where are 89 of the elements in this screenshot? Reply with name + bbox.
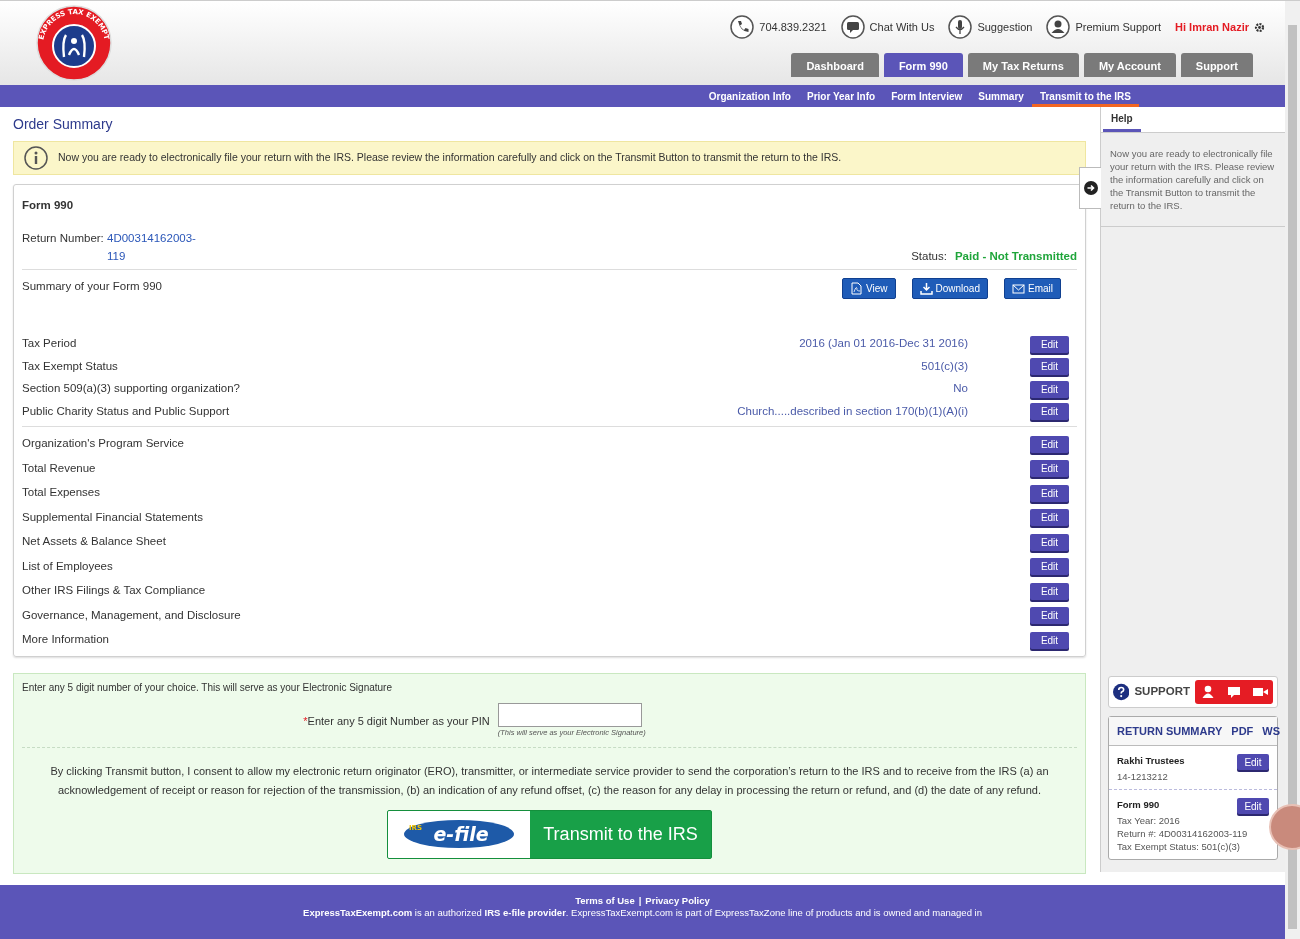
- sub-nav-link[interactable]: Form Interview: [883, 85, 971, 107]
- sub-nav-link[interactable]: Summary: [970, 85, 1032, 107]
- edit-button[interactable]: Edit: [1030, 380, 1069, 398]
- return-number[interactable]: 4D00314162003-119: [107, 230, 202, 265]
- edit-button[interactable]: Edit: [1237, 798, 1269, 814]
- entry-title: Form 990: [1117, 798, 1161, 811]
- row-value: Church.....described in section 170(b)(1)(A)(i): [737, 403, 968, 419]
- edit-button[interactable]: Edit: [1030, 509, 1069, 526]
- sub-nav-link[interactable]: Prior Year Info: [798, 85, 884, 107]
- row-label: More Information: [22, 632, 110, 648]
- row-label: Tax Period: [22, 336, 78, 352]
- phone-icon: [730, 15, 755, 39]
- action-button[interactable]: Email: [1004, 277, 1061, 299]
- edit-button[interactable]: Edit: [1030, 582, 1069, 600]
- entry-detail: 14-1213212: [1117, 770, 1169, 783]
- main-tab[interactable]: Dashboard: [791, 53, 879, 77]
- pin-input[interactable]: [497, 703, 642, 728]
- edit-button[interactable]: Edit: [1030, 631, 1069, 649]
- entry-detail: Return #: 4D00314162003-119: [1117, 827, 1249, 840]
- row-label: Net Assets & Balance Sheet: [22, 534, 167, 550]
- panel-link[interactable]: WS: [1262, 722, 1281, 739]
- edit-button[interactable]: Edit: [1030, 435, 1069, 453]
- header-link[interactable]: Premium Support: [1046, 15, 1162, 39]
- sub-nav-link[interactable]: Organization Info: [700, 85, 799, 107]
- scrollbar[interactable]: [1285, 1, 1300, 939]
- edit-button[interactable]: Edit: [1237, 754, 1269, 770]
- row-value: 2016 (Jan 01 2016-Dec 31 2016): [799, 336, 968, 352]
- chat-bubble-icon: [840, 15, 865, 39]
- row-label: Total Revenue: [22, 460, 97, 476]
- action-button[interactable]: Download: [911, 277, 988, 299]
- main-tab[interactable]: Form 990: [883, 53, 963, 77]
- row-label: Organization's Program Service: [22, 436, 185, 452]
- footer-link[interactable]: Terms of Use: [575, 895, 635, 906]
- support-label: SUPPORT: [1134, 683, 1190, 699]
- row-value: 501(c)(3): [921, 358, 968, 374]
- row-label: Section 509(a)(3) supporting organization?: [22, 381, 241, 397]
- info-icon: [24, 146, 48, 170]
- person-icon: [1046, 15, 1071, 39]
- entry-detail: Tax Exempt Status: 501(c)(3): [1117, 840, 1242, 853]
- edit-button[interactable]: Edit: [1030, 558, 1069, 575]
- header-link[interactable]: Suggestion: [948, 15, 1033, 39]
- footer-separator: |: [638, 895, 642, 906]
- arrow-right-icon: [1083, 181, 1098, 195]
- edit-button[interactable]: Edit: [1030, 460, 1069, 477]
- footer-text: ExpressTaxExempt.com is an authorized IRS e-file provider. ExpressTaxExempt.com is part of ExpressTaxZone line of products and is owned and managed in: [302, 907, 983, 919]
- microphone-icon: [948, 15, 973, 39]
- panel-title: RETURN SUMMARY: [1117, 723, 1223, 739]
- phone-number[interactable]: 704.839.2321: [730, 15, 827, 39]
- user-greeting[interactable]: Hi Imran Nazir: [1175, 18, 1249, 36]
- pin-label: *Enter any 5 digit Number as your PIN: [303, 714, 490, 730]
- edit-button[interactable]: Edit: [1030, 335, 1069, 353]
- row-label: Total Expenses: [22, 485, 101, 501]
- entry-title: Rakhi Trustees: [1117, 754, 1186, 767]
- row-label: List of Employees: [22, 558, 114, 574]
- row-label: Governance, Management, and Disclosure: [22, 607, 242, 623]
- row-label: Supplemental Financial Statements: [22, 509, 204, 525]
- page-title: Order Summary: [13, 115, 114, 134]
- main-tab[interactable]: My Tax Returns: [967, 53, 1079, 77]
- panel-toggle[interactable]: [1079, 167, 1101, 209]
- footer-link[interactable]: Privacy Policy: [645, 895, 710, 906]
- panel-link[interactable]: PDF: [1231, 722, 1254, 739]
- pdf-icon: [850, 281, 863, 295]
- settings-icon[interactable]: [1254, 21, 1265, 33]
- row-label: Public Charity Status and Public Support: [22, 403, 231, 419]
- row-label: Tax Exempt Status: [22, 358, 119, 374]
- download-icon: [919, 281, 933, 295]
- edit-button[interactable]: Edit: [1030, 358, 1069, 375]
- alert-text: Now you are ready to electronically file your return with the IRS. Please review the information carefully and click on the Transmit Button to transmit the return to the IRS.: [58, 150, 842, 166]
- edit-button[interactable]: Edit: [1030, 403, 1069, 420]
- entry-detail: Tax Year: 2016: [1117, 814, 1181, 827]
- edit-button[interactable]: Edit: [1030, 484, 1069, 502]
- edit-button[interactable]: Edit: [1030, 607, 1069, 624]
- main-tab[interactable]: My Account: [1083, 53, 1176, 77]
- card-title: Form 990: [22, 198, 75, 213]
- row-label: Other IRS Filings & Tax Compliance: [22, 583, 207, 599]
- envelope-icon: [1012, 281, 1025, 295]
- summary-label: Summary of your Form 990: [22, 278, 163, 294]
- edit-button[interactable]: Edit: [1030, 533, 1069, 551]
- return-number-label: Return Number:: [22, 232, 105, 245]
- signature-note: Enter any 5 digit number of your choice. This will serve as your Electronic Signature: [22, 681, 393, 696]
- row-value: No: [953, 381, 968, 397]
- action-button[interactable]: View: [842, 277, 896, 299]
- consent-text: By clicking Transmit button, I consent to allow my electronic return originator (ERO), transmitter, or intermediate service provider to send the corporation’s return to the IRS and to receive from the IRS (a) an acknowledgement of receipt or reason for rejection of the transmission, (b) an indication of any refund offset, (c) the reason for any delay in processing the return or refund, and (d) the date of any refund.: [22, 746, 1077, 800]
- help-icon: [1113, 681, 1130, 702]
- status-label: Status:: [911, 248, 947, 264]
- help-tab[interactable]: Help: [1103, 111, 1141, 132]
- header-link[interactable]: Chat With Us: [840, 15, 935, 39]
- main-tab[interactable]: Support: [1180, 53, 1253, 77]
- status-value: Paid - Not Transmitted: [954, 248, 1077, 264]
